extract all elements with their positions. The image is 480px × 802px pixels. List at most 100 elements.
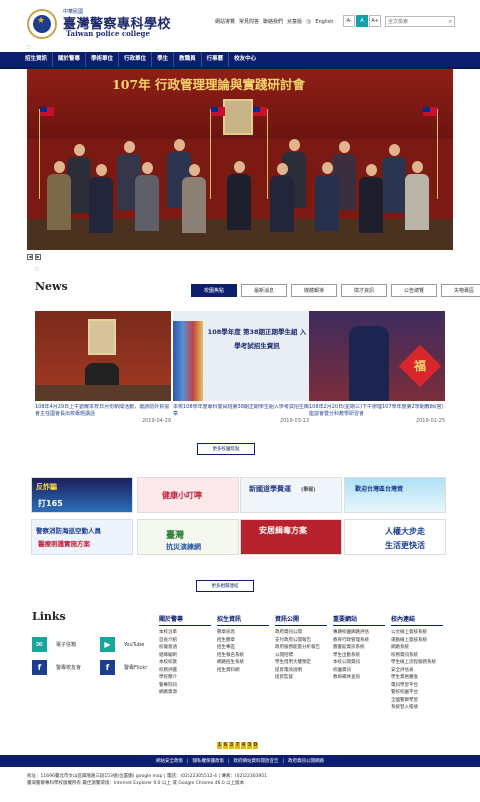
search-icon[interactable]: ⌕ — [449, 18, 452, 26]
column-link[interactable]: 教師補休查詢 — [333, 674, 385, 682]
column-link[interactable]: 教育行政管理系統 — [333, 637, 385, 645]
top-link-sitemap[interactable]: 網站導覽 — [215, 18, 235, 25]
news-title[interactable]: 108年2月20日(星期三)下午辦理107學年度第2學期教師(官)座談會暨分科教… — [309, 404, 445, 418]
column-link[interactable]: 本校公開資訊 — [333, 659, 385, 667]
links-column-internal: 校內連結 公文線上簽核系統 運動線上簽核系統 網路系統 校務資訊系統 學生線上流… — [391, 614, 443, 712]
tab-recruitment[interactable]: 徵才資訊 — [341, 284, 387, 297]
banner-title: 107年 行政管理理論與實踐研討會 — [112, 77, 305, 92]
news-image[interactable]: 108學年度 第38期正期學生組 入學考試招生資訊 — [173, 311, 309, 401]
column-link[interactable]: 運動線上簽核系統 — [391, 637, 443, 645]
news-title[interactable]: 108年4月29日上午劉耀本校日月份新聞活動，邀請前外貿協會主任國會長出校專題講… — [35, 404, 171, 418]
footer-link-privacy[interactable]: 隱私權保護政策 — [192, 758, 224, 764]
column-link[interactable]: 公文線上簽核系統 — [391, 629, 443, 637]
social-link-flickr[interactable]: f 警專Flickr — [100, 660, 147, 675]
nav-item-admin[interactable]: 行政單位 — [119, 52, 153, 67]
college-emblem-icon[interactable]: ★ — [27, 9, 57, 39]
column-link[interactable]: 招生專區 — [217, 644, 269, 652]
column-link[interactable]: 公開招標 — [275, 652, 327, 660]
column-link[interactable]: 網路資源 — [159, 689, 211, 697]
column-link[interactable]: 首長介紹 — [159, 637, 211, 645]
column-link[interactable]: 提昇電效說明 — [275, 667, 327, 675]
column-link[interactable]: 招生簡章 — [217, 637, 269, 645]
column-link[interactable]: 電訊學習平台 — [391, 682, 443, 690]
column-link[interactable]: 提昇監督 — [275, 674, 327, 682]
column-link[interactable]: 本校校歌 — [159, 659, 211, 667]
tab-latest-news[interactable]: 最新消息 — [241, 284, 287, 297]
footer-link-info-disclosure[interactable]: 政府資訊公開網路 — [288, 758, 324, 764]
column-link[interactable]: 學校簡介 — [159, 674, 211, 682]
search-input[interactable] — [386, 17, 444, 26]
column-link[interactable]: 支付政府公開報告 — [275, 637, 327, 645]
column-link[interactable]: 校務資訊系統 — [391, 652, 443, 660]
column-link[interactable]: 組織編制 — [159, 652, 211, 660]
column-link[interactable]: 網路招生系統 — [217, 659, 269, 667]
tab-media-reports[interactable]: 媒體報導 — [291, 284, 337, 297]
ad-banner-tuition[interactable]: 新國道學費運 (舉報) — [240, 477, 342, 513]
nav-item-about[interactable]: 關於警專 — [53, 52, 87, 67]
footer-link-security[interactable]: 網站安全政策 — [156, 758, 183, 764]
top-link-kids[interactable]: 兒童版 — [287, 18, 302, 25]
column-link[interactable]: 招生報名系統 — [217, 652, 269, 660]
news-card[interactable]: 福 108年2月20日(星期三)下午辦理107學年度第2學期教師(官)座談會暨分… — [309, 311, 445, 424]
column-link[interactable]: 全國警察學習 — [391, 697, 443, 705]
banner-prev-button[interactable]: ◀ — [27, 254, 33, 260]
column-link[interactable]: 警校校園平台 — [391, 689, 443, 697]
column-link[interactable]: 校園資訊 — [333, 667, 385, 675]
nav-item-staff[interactable]: 教職員 — [174, 52, 202, 67]
tab-campus-focus[interactable]: 校園焦點 — [191, 284, 237, 297]
college-name-en[interactable]: Taiwan police college — [66, 29, 150, 38]
column-link[interactable]: 學生資格審查 — [391, 674, 443, 682]
column-link[interactable]: 政府資訊公開 — [275, 629, 327, 637]
banner-next-button[interactable]: ▶ — [35, 254, 41, 260]
column-link[interactable]: 簡章訊息 — [217, 629, 269, 637]
column-link[interactable]: 本校沿革 — [159, 629, 211, 637]
counter-digit: 1 — [217, 742, 222, 749]
column-link[interactable]: 專題校園網路評估 — [333, 629, 385, 637]
top-link-contact[interactable]: 聯絡我們 — [263, 18, 283, 25]
social-link-mail[interactable]: ✉ 電子信箱 — [32, 637, 76, 652]
ad-banner-antidrug[interactable]: 安居緝毒方案 — [240, 519, 342, 555]
column-link[interactable]: 學生借用大樓預定 — [275, 659, 327, 667]
column-link[interactable]: 網路系統 — [391, 644, 443, 652]
column-link[interactable]: 校徽意涵 — [159, 644, 211, 652]
nav-item-alumni[interactable]: 校友中心 — [229, 52, 261, 67]
news-card[interactable]: 108年4月29日上午劉耀本校日月份新聞活動，邀請前外貿協會主任國會長出校專題講… — [35, 311, 171, 424]
more-links-button[interactable]: 更多相關連結 — [196, 580, 254, 592]
top-link-faq[interactable]: 常見問答 — [239, 18, 259, 25]
tab-announcements[interactable]: 公告總覽 — [391, 284, 437, 297]
footer-link-open-data[interactable]: 政府網站資料開放宣告 — [234, 758, 279, 764]
news-title[interactable]: 本校108學年度專科警員班第38期正期學生組入學考試招生簡章 — [173, 404, 309, 418]
ad-banner-medical[interactable]: 警察消防海巡空勤人員 醫療照護實施方案 — [31, 519, 133, 555]
nav-item-students[interactable]: 學生 — [152, 52, 175, 67]
news-image[interactable]: 福 — [309, 311, 445, 401]
ad-banner-taiwan[interactable]: 歡迎台灣區台灣資 — [344, 477, 446, 513]
tab-lost-found[interactable]: 失物專區 — [441, 284, 480, 297]
social-link-youtube[interactable]: ▶ YouTube — [100, 637, 144, 652]
nav-item-admissions[interactable]: 招生資訊 — [20, 52, 54, 67]
ad-banner-antifraud[interactable]: 反詐騙 打165 — [31, 477, 133, 513]
ad-banner-human-rights[interactable]: 人權大步走 生活更快活 — [344, 519, 446, 555]
column-link[interactable]: 系統登入帳號 — [391, 704, 443, 712]
hero-banner[interactable]: 107年 行政管理理論與實踐研討會 — [27, 69, 453, 250]
font-large-button[interactable]: A+ — [369, 15, 381, 27]
more-campus-news-button[interactable]: 更多校園焦點 — [197, 443, 255, 455]
nav-item-calendar[interactable]: 行事曆 — [202, 52, 230, 67]
ad-banner-disaster[interactable]: 臺灣 抗災演練網 — [137, 519, 239, 555]
column-link[interactable]: 學生出勤系統 — [333, 652, 385, 660]
nav-item-academic[interactable]: 學術單位 — [86, 52, 120, 67]
column-link[interactable]: 圖書館資訊系統 — [333, 644, 385, 652]
font-medium-button[interactable]: A — [356, 15, 368, 27]
news-image[interactable] — [35, 311, 171, 401]
column-link[interactable]: 學生線上流程服務系統 — [391, 659, 443, 667]
news-card[interactable]: 108學年度 第38期正期學生組 入學考試招生資訊 本校108學年度專科警員班第… — [173, 311, 309, 424]
social-link-facebook[interactable]: f 警專校友會 — [32, 660, 81, 675]
language-link[interactable]: English — [315, 19, 333, 25]
font-small-button[interactable]: A- — [343, 15, 355, 27]
column-link[interactable]: 招生資料網 — [217, 667, 269, 675]
ad-banner-health[interactable]: 健康小叮嚀 — [137, 477, 239, 513]
column-link[interactable]: 安全評估表 — [391, 667, 443, 675]
column-link[interactable]: 警專院訊 — [159, 682, 211, 690]
banner-person — [47, 161, 71, 230]
column-link[interactable]: 政府服務能量分析報告 — [275, 644, 327, 652]
column-link[interactable]: 校務評鑑 — [159, 667, 211, 675]
